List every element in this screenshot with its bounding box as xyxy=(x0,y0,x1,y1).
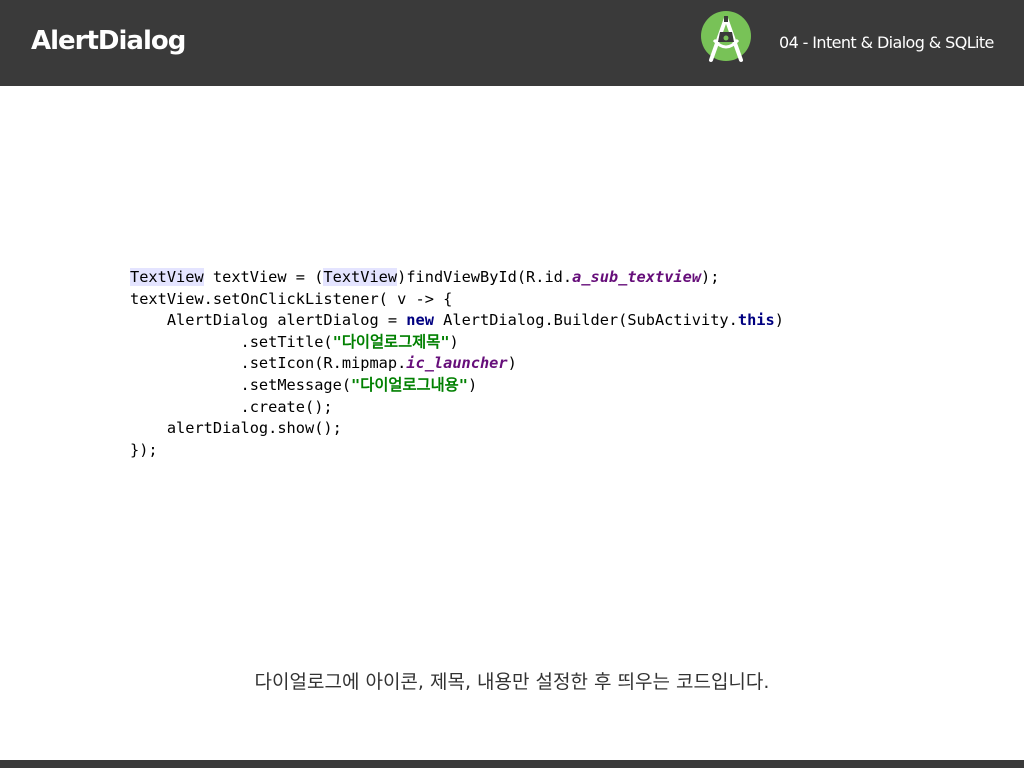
slide-caption: 다이얼로그에 아이콘, 제목, 내용만 설정한 후 띄우는 코드입니다. xyxy=(254,671,770,693)
code-text: .setMessage( xyxy=(130,375,352,394)
header-bar: AlertDialog 04 - Intent & Dialog & SQLit… xyxy=(0,0,1024,86)
code-text: ) xyxy=(449,332,459,351)
code-line: textView.setOnClickListener( v -> { xyxy=(130,289,453,308)
code-text: .setTitle( xyxy=(130,332,333,351)
code-text: AlertDialog.Builder(SubActivity. xyxy=(433,311,738,330)
keyword-token: new xyxy=(406,311,434,330)
code-line: .setIcon(R.mipmap.ic_launcher) xyxy=(130,353,784,375)
code-text: ) xyxy=(774,311,784,330)
code-text: ) xyxy=(507,354,517,373)
code-text: textView = ( xyxy=(203,268,324,286)
code-text: )findViewById(R.id. xyxy=(397,268,573,286)
code-line: .create(); xyxy=(130,397,333,416)
code-text: ); xyxy=(701,268,720,286)
footer-bar xyxy=(0,760,1024,768)
field-token: ic_launcher xyxy=(406,354,508,373)
string-token: "다이얼로그내용" xyxy=(351,375,468,394)
code-line: .setMessage("다이얼로그내용") xyxy=(130,375,784,397)
code-text: ) xyxy=(467,375,478,394)
string-token: "다이얼로그제목" xyxy=(332,332,450,351)
code-line: alertDialog.show(); xyxy=(130,419,342,438)
android-studio-icon xyxy=(701,11,751,62)
code-line: TextView textView = (TextView)findViewBy… xyxy=(130,267,784,289)
code-line: .setTitle("다이얼로그제목") xyxy=(130,332,784,354)
code-line: AlertDialog alertDialog = new AlertDialo… xyxy=(130,310,784,332)
section-subtitle: 04 - Intent & Dialog & SQLite xyxy=(779,33,994,52)
keyword-token: this xyxy=(737,311,775,330)
field-token: a_sub_textview xyxy=(572,268,702,286)
code-line: }); xyxy=(130,440,158,459)
code-block: TextView textView = (TextView)findViewBy… xyxy=(130,267,784,461)
code-text: .setIcon(R.mipmap. xyxy=(130,354,407,373)
slide-title: AlertDialog xyxy=(31,26,186,56)
code-text: AlertDialog alertDialog = xyxy=(130,311,407,330)
type-token: TextView xyxy=(130,268,204,286)
type-token: TextView xyxy=(323,268,398,286)
